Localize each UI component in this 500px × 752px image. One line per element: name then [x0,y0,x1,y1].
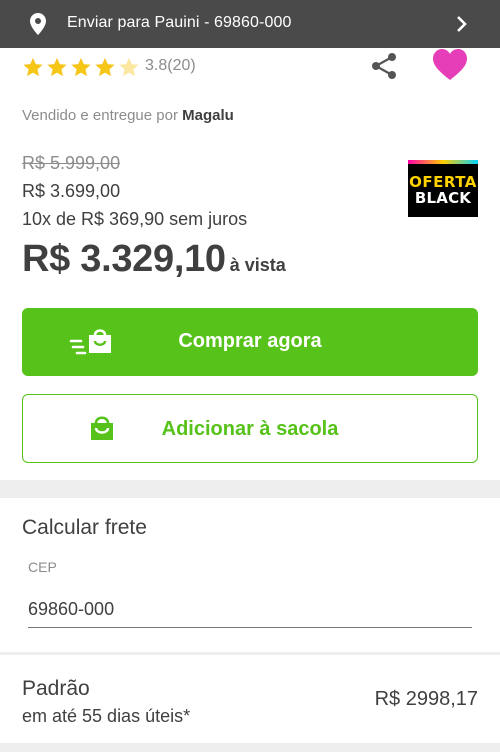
shipping-calc-title: Calcular frete [22,516,147,539]
rating-score: 3.8(20) [145,57,196,74]
share-icon[interactable] [370,52,398,80]
star-filled-icon [71,57,91,77]
product-rating[interactable]: 3.8(20) [22,54,196,80]
seller-info: Vendido e entregue por Magalu [22,107,234,124]
badge-line-2: BLACK [414,189,472,207]
cep-field-label: CEP [28,559,57,575]
oferta-black-badge: OFERTA BLACK [408,160,478,217]
location-pin-icon [30,13,46,35]
seller-prefix: Vendido e entregue por [22,107,178,124]
add-to-bag-label: Adicionar à sacola [161,418,339,440]
heart-icon[interactable] [432,48,468,82]
star-empty-icon [119,57,139,77]
seller-name: Magalu [182,107,234,124]
installments-text: 10x de R$ 369,90 sem juros [22,209,248,229]
shipping-option-price: R$ 2998,17 [374,688,478,710]
badge-line-1: OFERTA [409,173,477,191]
cash-price-suffix: à vista [229,255,286,275]
delivery-address-text: Enviar para Pauini - 69860-000 [67,14,292,31]
star-filled-icon [47,57,67,77]
section-divider [0,480,500,498]
delivery-address-bar[interactable]: Enviar para Pauini - 69860-000 [0,0,500,48]
cep-input[interactable] [28,592,472,628]
shipping-option-name: Padrão [22,677,90,700]
star-filled-icon [23,57,43,77]
shipping-option-time: em até 55 dias úteis* [22,706,191,726]
section-divider [0,743,500,752]
section-divider [0,652,500,655]
buy-now-label: Comprar agora [178,330,322,352]
cash-price-value: R$ 3.329,10 [22,238,226,280]
buy-now-button[interactable]: Comprar agora [22,308,478,376]
chevron-right-icon [457,16,467,32]
star-filled-icon [95,57,115,77]
badge-color-strip [408,160,478,164]
star-rating [22,56,140,78]
add-to-bag-button[interactable]: Adicionar à sacola [22,394,478,463]
current-price: R$ 3.699,00 [22,181,121,201]
old-price: R$ 5.999,00 [22,153,121,173]
cash-price: R$ 3.329,10 à vista [22,238,286,281]
